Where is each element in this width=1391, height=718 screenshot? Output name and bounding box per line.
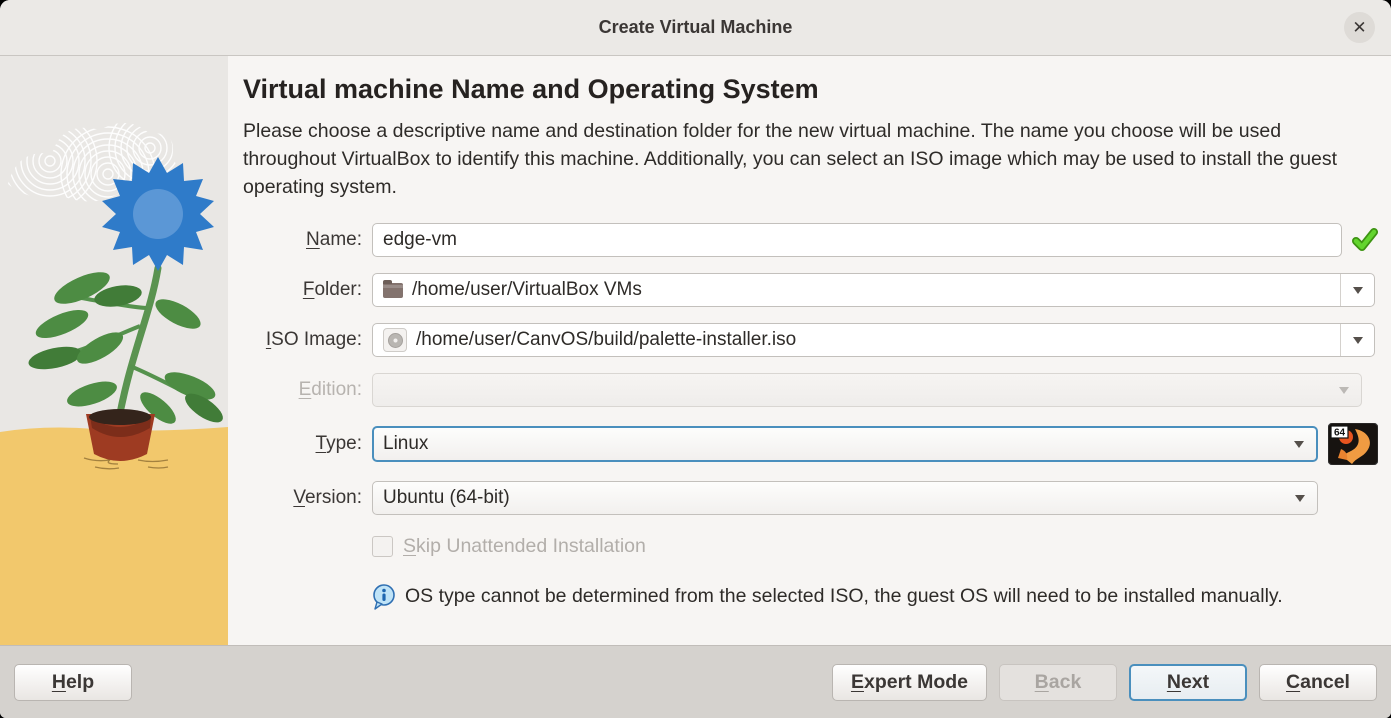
type-row: Type: Linux 64 [243, 423, 1378, 465]
type-label: Type: [243, 433, 362, 455]
chevron-down-icon [1353, 287, 1363, 294]
close-button[interactable]: ✕ [1344, 12, 1375, 43]
wizard-page: Virtual machine Name and Operating Syste… [228, 56, 1391, 645]
edition-row: Edition: [243, 373, 1362, 407]
back-button: Back [999, 664, 1117, 701]
folder-label: Folder: [243, 279, 362, 301]
iso-dropdown-button[interactable] [1340, 324, 1374, 356]
skip-unattended-label: Skip Unattended Installation [403, 535, 646, 558]
iso-label: ISO Image: [243, 329, 362, 351]
cancel-button[interactable]: Cancel [1259, 664, 1377, 701]
expert-mode-button[interactable]: Expert Mode [832, 664, 987, 701]
plant-illustration [0, 56, 228, 646]
dialog-button-bar: Help Expert Mode Back Next Cancel [0, 645, 1391, 718]
info-icon [372, 584, 396, 610]
chevron-down-icon [1294, 441, 1304, 448]
folder-dropdown-button[interactable] [1340, 274, 1374, 306]
close-icon: ✕ [1352, 18, 1366, 38]
skip-unattended-checkbox [372, 536, 393, 557]
info-text: OS type cannot be determined from the se… [405, 582, 1283, 610]
folder-row: Folder: /home/user/VirtualBox VMs [243, 273, 1375, 307]
type-value: Linux [383, 433, 428, 455]
name-label: Name: [243, 229, 362, 251]
name-row: Name: [243, 223, 1378, 257]
version-combo[interactable]: Ubuntu (64-bit) [372, 481, 1318, 515]
chevron-down-icon [1353, 337, 1363, 344]
next-button[interactable]: Next [1129, 664, 1247, 701]
wizard-illustration-panel [0, 56, 228, 645]
folder-value: /home/user/VirtualBox VMs [412, 279, 642, 301]
skip-unattended-row: Skip Unattended Installation [372, 535, 1391, 558]
edition-label: Edition: [243, 379, 362, 401]
iso-combo[interactable]: /home/user/CanvOS/build/palette-installe… [372, 323, 1375, 357]
os-type-icon: 64 [1328, 423, 1378, 465]
disc-icon [383, 328, 407, 352]
folder-combo[interactable]: /home/user/VirtualBox VMs [372, 273, 1375, 307]
version-label: Version: [243, 487, 362, 509]
version-row: Version: Ubuntu (64-bit) [243, 481, 1318, 515]
edition-combo [372, 373, 1362, 407]
page-description: Please choose a descriptive name and des… [243, 117, 1391, 201]
create-vm-dialog: Create Virtual Machine ✕ [0, 0, 1391, 718]
os-badge-64: 64 [1334, 428, 1346, 439]
folder-icon [383, 283, 403, 298]
iso-row: ISO Image: /home/user/CanvOS/build/palet… [243, 323, 1375, 357]
iso-value: /home/user/CanvOS/build/palette-installe… [416, 329, 796, 351]
titlebar: Create Virtual Machine ✕ [0, 0, 1391, 56]
chevron-down-icon [1339, 387, 1349, 394]
type-combo[interactable]: Linux [372, 426, 1318, 462]
info-message: OS type cannot be determined from the se… [372, 582, 1391, 610]
name-input[interactable] [372, 223, 1342, 257]
page-title: Virtual machine Name and Operating Syste… [243, 74, 1391, 105]
version-value: Ubuntu (64-bit) [383, 487, 510, 509]
window-title: Create Virtual Machine [599, 17, 793, 38]
chevron-down-icon [1295, 495, 1305, 502]
valid-check-icon [1352, 227, 1378, 253]
help-button[interactable]: Help [14, 664, 132, 701]
